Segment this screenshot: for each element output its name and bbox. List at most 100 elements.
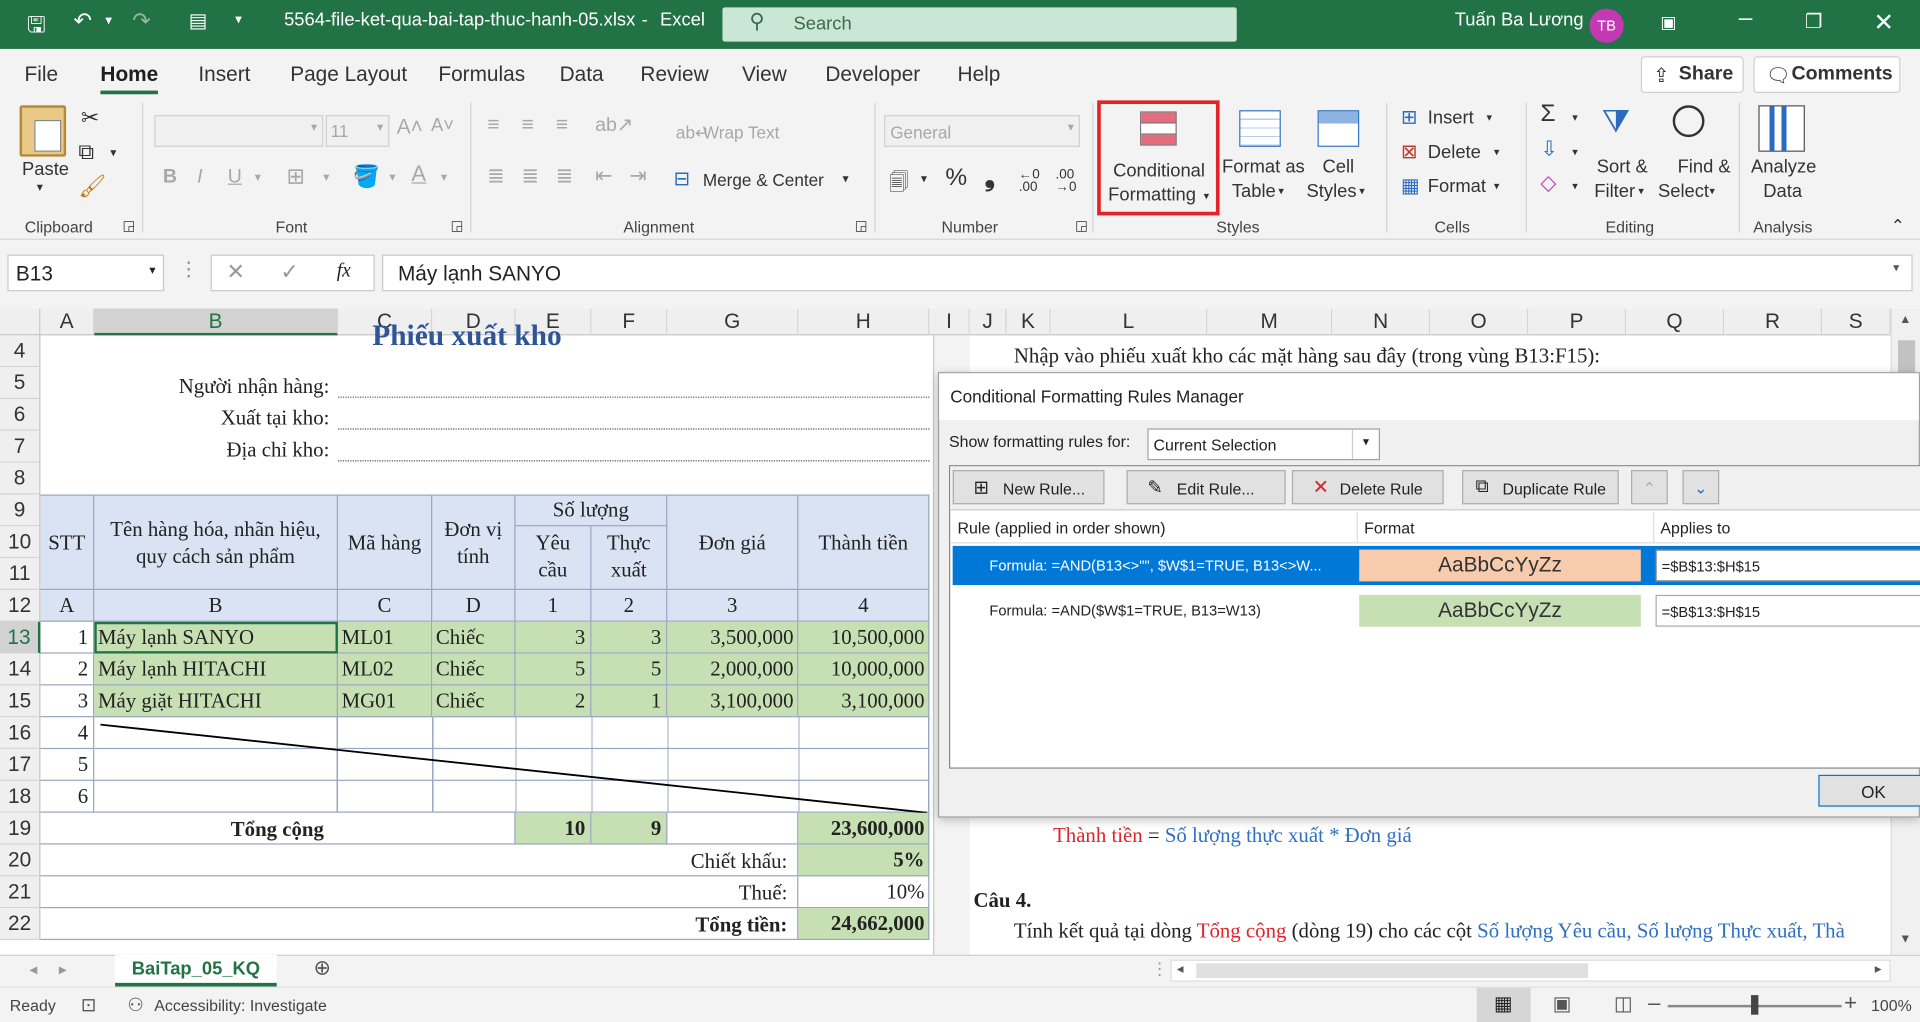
discount-value[interactable]: 5%: [798, 844, 930, 877]
row-header[interactable]: 8: [0, 462, 41, 495]
underline-dropdown-icon[interactable]: ▾: [255, 171, 261, 184]
table-cell[interactable]: 3: [515, 621, 592, 654]
tab-split-icon[interactable]: ⋮: [1151, 958, 1168, 979]
analyze-data-label-2[interactable]: Data: [1763, 181, 1802, 202]
row-header[interactable]: 6: [0, 399, 41, 431]
rule-row[interactable]: Formula: =AND($W$1=TRUE, B13=W13) AaBbCc…: [953, 591, 1920, 630]
table-cell[interactable]: 1: [591, 685, 668, 718]
sum-total[interactable]: 23,600,000: [798, 812, 930, 845]
bold-button[interactable]: B: [163, 166, 177, 188]
comma-button[interactable]: ❟: [984, 162, 995, 194]
alignment-launcher-icon[interactable]: ◲: [855, 218, 868, 234]
accessibility-icon[interactable]: ⚇: [127, 994, 143, 1016]
formula-input[interactable]: Máy lạnh SANYO: [382, 254, 1913, 292]
sheet-tab-active[interactable]: BaiTap_05_KQ: [115, 954, 277, 987]
copy-icon[interactable]: ⧉: [78, 140, 94, 166]
h-scroll-thumb[interactable]: [1196, 963, 1589, 978]
share-button[interactable]: ⇪ Share: [1640, 56, 1744, 94]
format-cells-label[interactable]: Format: [1428, 176, 1486, 197]
bottom-align-icon[interactable]: ≡: [556, 113, 568, 137]
tab-home[interactable]: Home: [100, 62, 159, 95]
column-header[interactable]: G: [667, 308, 799, 336]
font-name-box[interactable]: ▾: [154, 115, 324, 147]
scroll-up-icon[interactable]: ▲: [1899, 313, 1911, 326]
fill-color-dropdown-icon[interactable]: ▾: [389, 171, 395, 184]
column-header[interactable]: R: [1724, 308, 1823, 336]
cut-icon[interactable]: ✂: [81, 105, 99, 131]
find-select-icon[interactable]: [1672, 105, 1705, 138]
zoom-slider-handle[interactable]: [1751, 995, 1759, 1015]
table-cell[interactable]: 10,500,000: [798, 621, 930, 654]
zoom-in-icon[interactable]: +: [1844, 990, 1857, 1016]
underline-button[interactable]: U: [228, 166, 242, 188]
analyze-data-label-1[interactable]: Analyze: [1751, 157, 1816, 178]
collapse-ribbon-icon[interactable]: ⌃: [1891, 215, 1905, 236]
table-cell[interactable]: 10,000,000: [798, 653, 930, 686]
horizontal-scrollbar[interactable]: ◂ ▸: [1170, 959, 1891, 982]
column-header[interactable]: H: [798, 308, 930, 336]
sort-filter-label-1[interactable]: Sort &: [1597, 157, 1648, 178]
row-header[interactable]: 7: [0, 430, 41, 463]
tab-developer[interactable]: Developer: [825, 62, 920, 86]
clipboard-launcher-icon[interactable]: ◲: [122, 218, 135, 234]
sum-requested[interactable]: 10: [515, 812, 592, 845]
table-cell[interactable]: Máy lạnh HITACHI: [94, 653, 338, 686]
cell-styles-label-2[interactable]: Styles: [1307, 181, 1357, 202]
merge-center-icon[interactable]: ⊟: [673, 166, 689, 190]
increase-font-icon[interactable]: A˄: [397, 115, 423, 139]
column-header[interactable]: B: [94, 308, 338, 336]
align-center-icon[interactable]: ≣: [522, 164, 539, 188]
top-align-icon[interactable]: ≡: [487, 113, 499, 137]
table-cell[interactable]: 2: [40, 653, 95, 686]
cancel-icon[interactable]: ✕: [227, 259, 245, 285]
customize-qat-icon[interactable]: ▾: [235, 11, 242, 27]
table-cell[interactable]: Chiếc: [432, 653, 516, 686]
fill-color-icon[interactable]: 🪣: [353, 164, 380, 190]
row-header[interactable]: 17: [0, 749, 41, 781]
merge-center-label[interactable]: Merge & Center: [703, 170, 824, 190]
rule-applies-input[interactable]: =$B$13:$H$15: [1655, 549, 1920, 582]
row-header[interactable]: 13: [0, 621, 41, 654]
font-size-box[interactable]: 11 ▾: [325, 115, 390, 147]
tax-value[interactable]: 10%: [798, 876, 930, 909]
next-sheet-icon[interactable]: ▸: [59, 960, 67, 980]
tab-view[interactable]: View: [742, 62, 787, 86]
column-header[interactable]: S: [1822, 308, 1891, 336]
redo-icon[interactable]: ↷: [132, 9, 150, 35]
align-left-icon[interactable]: ≣: [487, 164, 504, 188]
cell-styles-icon[interactable]: [1317, 110, 1360, 147]
borders-dropdown-icon[interactable]: ▾: [323, 171, 329, 184]
row-header[interactable]: 22: [0, 908, 41, 941]
orientation-icon[interactable]: ab↗: [595, 113, 633, 137]
table-cell[interactable]: Chiếc: [432, 621, 516, 654]
row-header[interactable]: 16: [0, 717, 41, 750]
number-format-box[interactable]: General ▾: [884, 115, 1081, 147]
font-name-dropdown-icon[interactable]: ▾: [311, 121, 317, 134]
move-up-button[interactable]: ⌃: [1631, 470, 1668, 505]
copy-dropdown-icon[interactable]: ▾: [110, 147, 116, 160]
cell-styles-dropdown-icon[interactable]: ▾: [1359, 185, 1365, 198]
format-dropdown-icon[interactable]: ▾: [1494, 180, 1500, 193]
column-header[interactable]: F: [591, 308, 668, 336]
paste-icon[interactable]: [19, 105, 67, 157]
sort-filter-label-2[interactable]: Filter: [1594, 181, 1635, 202]
table-cell[interactable]: 3: [40, 685, 95, 718]
name-box-dropdown-icon[interactable]: ▾: [149, 264, 155, 277]
insert-cells-label[interactable]: Insert: [1428, 108, 1474, 129]
fill-dropdown-icon[interactable]: ▾: [1572, 146, 1578, 159]
table-cell[interactable]: ML01: [337, 621, 433, 654]
undo-icon[interactable]: ↶: [73, 9, 91, 35]
percent-button[interactable]: %: [945, 164, 967, 192]
table-cell[interactable]: Máy giặt HITACHI: [94, 685, 338, 718]
row-header[interactable]: 12: [0, 589, 41, 622]
column-header[interactable]: O: [1430, 308, 1529, 336]
table-cell[interactable]: 2,000,000: [667, 653, 799, 686]
warehouse-line[interactable]: [337, 428, 930, 430]
page-layout-view-icon[interactable]: ▣: [1553, 991, 1572, 1015]
rule-applies-input[interactable]: =$B$13:$H$15: [1655, 594, 1920, 627]
table-cell[interactable]: 1: [40, 621, 95, 654]
enter-icon[interactable]: ✓: [280, 259, 298, 285]
align-right-icon[interactable]: ≣: [556, 164, 573, 188]
insert-function-button[interactable]: fx: [337, 261, 351, 283]
normal-view-button[interactable]: ▦: [1476, 987, 1531, 1022]
